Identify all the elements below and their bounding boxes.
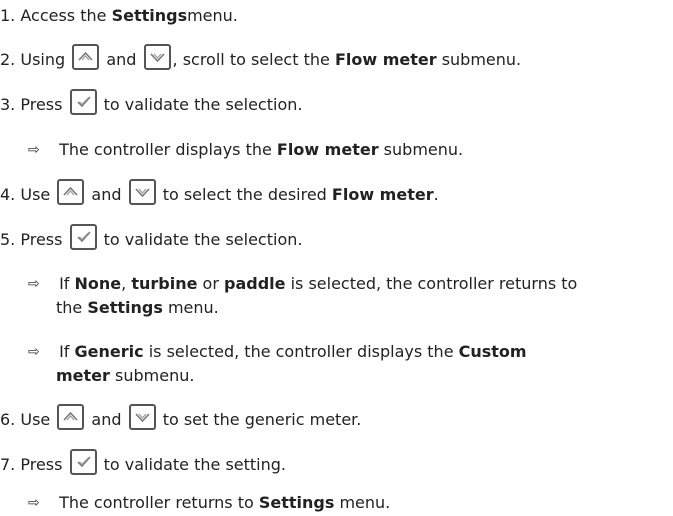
result-text: If — [54, 274, 75, 293]
step-text: , scroll to select the — [172, 50, 335, 69]
step-text: submenu. — [436, 50, 522, 69]
step-text: Press — [15, 230, 68, 249]
step-text: Press — [15, 455, 68, 474]
result-text: menu. — [162, 298, 219, 317]
step-bold: Flow meter — [334, 50, 437, 69]
result-3: ⇨ The controller displays the Flow meter… — [28, 136, 463, 160]
step-text: Access the — [15, 6, 112, 25]
step-text: Use — [15, 185, 56, 204]
step-number: 7. — [0, 455, 16, 474]
step-number: 4. — [0, 185, 16, 204]
result-text: If — [54, 342, 75, 361]
result-arrow-icon: ⇨ — [28, 276, 40, 292]
result-arrow-icon: ⇨ — [28, 344, 40, 360]
step-number: 5. — [0, 230, 16, 249]
step-7: 7. Press to validate the setting. — [0, 449, 287, 475]
validate-check-key-icon — [69, 89, 97, 115]
step-number: 2. — [0, 50, 16, 69]
step-2: 2. Using and , scroll to select the Flow… — [0, 44, 522, 70]
step-text: to select the desired — [157, 185, 332, 204]
result-5b-line2: meter submenu. — [56, 362, 194, 386]
step-5: 5. Press to validate the selection. — [0, 224, 303, 250]
up-arrow-key-icon — [57, 404, 85, 430]
step-text: to validate the selection. — [98, 95, 303, 114]
step-text: to validate the setting. — [98, 455, 287, 474]
result-text: submenu. — [378, 140, 464, 159]
step-number: 6. — [0, 410, 16, 429]
step-text: and — [101, 50, 142, 69]
result-text: The controller displays the — [54, 140, 277, 159]
result-text: is selected, the controller returns to — [285, 274, 578, 293]
step-text: Press — [15, 95, 68, 114]
result-text: , — [121, 274, 132, 293]
result-5a-line2: the Settings menu. — [56, 294, 219, 318]
step-3: 3. Press to validate the selection. — [0, 89, 303, 115]
step-text: Use — [15, 410, 56, 429]
step-text: to set the generic meter. — [157, 410, 362, 429]
result-bold: Settings — [87, 298, 163, 317]
result-text: submenu. — [109, 366, 195, 385]
down-arrow-key-icon — [128, 404, 156, 430]
result-bold: turbine — [131, 274, 198, 293]
step-number: 3. — [0, 95, 16, 114]
result-text: The controller returns to — [54, 493, 259, 512]
down-arrow-key-icon — [143, 44, 171, 70]
step-6: 6. Use and to set the generic meter. — [0, 404, 362, 430]
result-arrow-icon: ⇨ — [28, 495, 40, 511]
step-text: menu. — [187, 6, 238, 25]
result-bold: Generic — [74, 342, 144, 361]
step-4: 4. Use and to select the desired Flow me… — [0, 179, 439, 205]
result-5b: ⇨ If Generic is selected, the controller… — [28, 338, 527, 362]
step-text: to validate the selection. — [98, 230, 303, 249]
result-bold: meter — [56, 366, 110, 385]
step-bold: Flow meter — [331, 185, 434, 204]
result-text: or — [197, 274, 224, 293]
result-bold: Settings — [258, 493, 335, 512]
result-7: ⇨ The controller returns to Settings men… — [28, 489, 390, 513]
step-number: 1. — [0, 6, 16, 25]
validate-check-key-icon — [69, 224, 97, 250]
result-text: is selected, the controller displays the — [143, 342, 459, 361]
down-arrow-key-icon — [128, 179, 156, 205]
step-text: Using — [15, 50, 71, 69]
result-bold: paddle — [223, 274, 286, 293]
result-arrow-icon: ⇨ — [28, 142, 40, 158]
result-text: menu. — [334, 493, 391, 512]
up-arrow-key-icon — [72, 44, 100, 70]
result-5a: ⇨ If None, turbine or paddle is selected… — [28, 270, 577, 294]
result-bold: Custom — [458, 342, 527, 361]
validate-check-key-icon — [69, 449, 97, 475]
step-text: and — [86, 410, 127, 429]
step-bold: Settings — [111, 6, 188, 25]
step-text: . — [433, 185, 439, 204]
result-text: the — [56, 298, 88, 317]
step-text: and — [86, 185, 127, 204]
step-1: 1. Access the Settings menu. — [0, 2, 238, 26]
result-bold: Flow meter — [276, 140, 379, 159]
up-arrow-key-icon — [57, 179, 85, 205]
result-bold: None — [74, 274, 122, 293]
